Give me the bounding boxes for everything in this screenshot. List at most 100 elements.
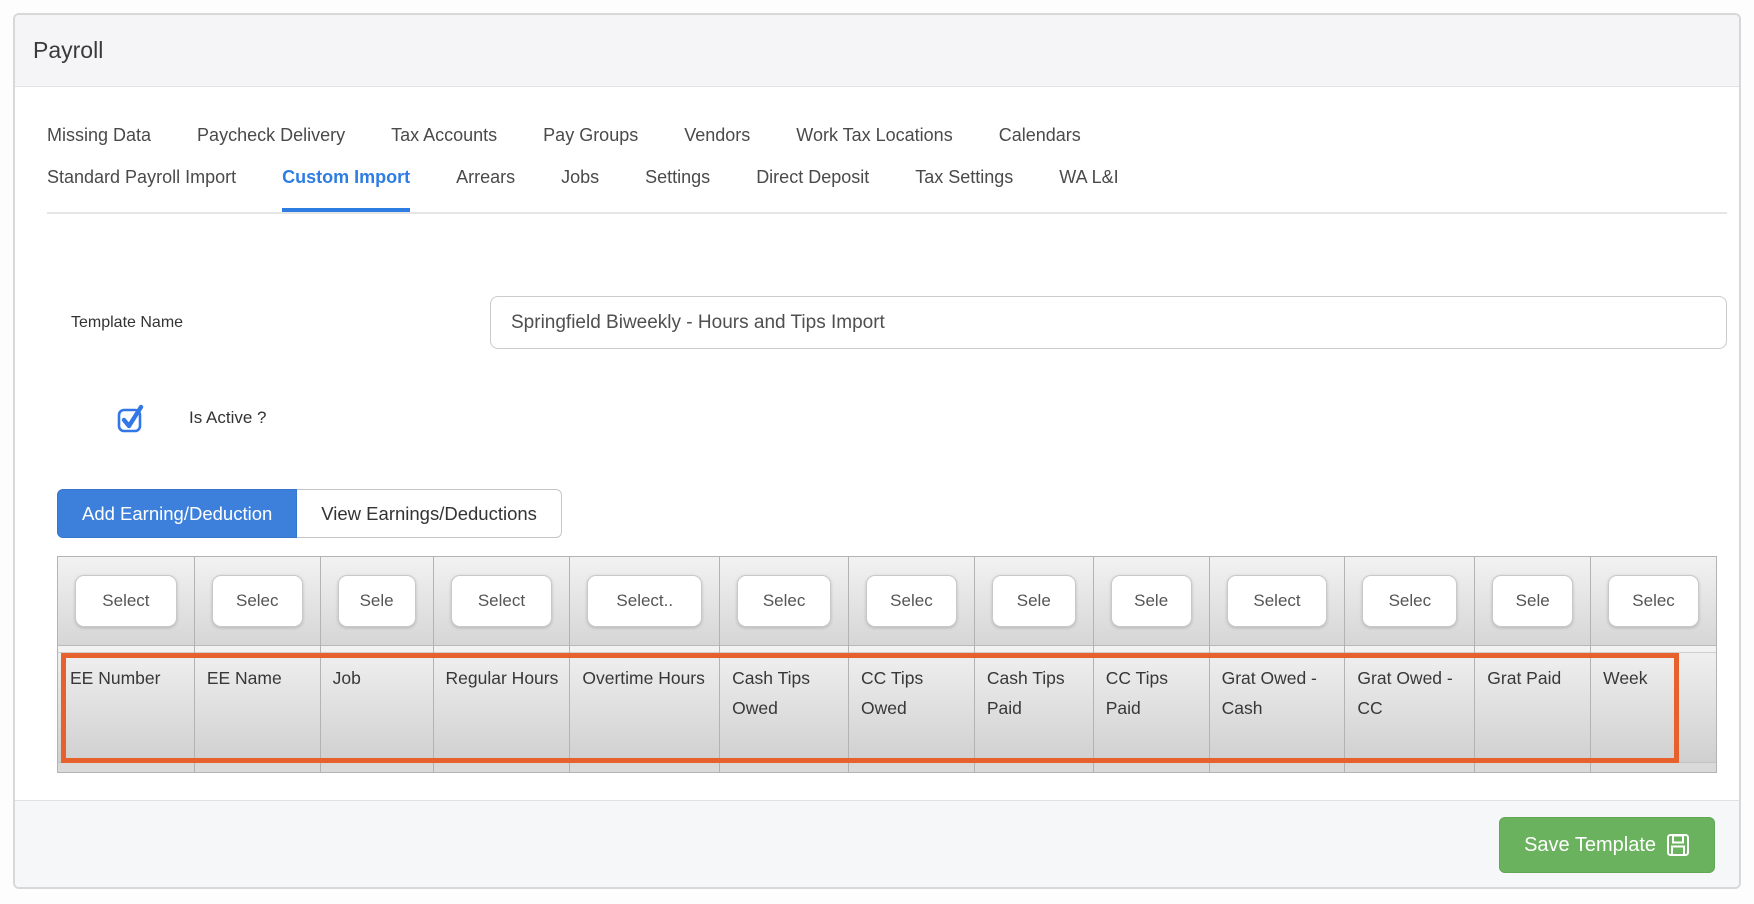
template-name-label: Template Name [57,314,490,332]
column-select-dropdown[interactable]: Sele [1492,575,1573,627]
page-title: Payroll [33,37,103,64]
save-template-label: Save Template [1524,834,1656,857]
table-column: Select Grat Owed - Cash [1210,557,1346,772]
tab-settings[interactable]: Settings [645,167,710,212]
column-field-cell: Overtime Hours [570,653,719,762]
is-active-checkbox[interactable] [117,403,145,433]
tab-vendors[interactable]: Vendors [684,125,750,146]
column-select-cell: Selec [1591,557,1716,646]
column-select-dropdown[interactable]: Select [75,575,177,627]
column-select-cell: Select [1210,557,1345,646]
is-active-row: Is Active ? [57,404,1727,432]
row-separator [321,646,433,653]
table-column: Select.. Overtime Hours [570,557,720,772]
row-separator [849,646,974,653]
template-name-input[interactable] [490,296,1727,349]
column-select-cell: Selec [195,557,320,646]
column-select-dropdown[interactable]: Selec [866,575,957,627]
tabs-row-2: Standard Payroll Import Custom Import Arre… [47,167,1727,214]
table-bottom-strip [434,762,570,772]
view-earnings-deductions-button[interactable]: View Earnings/Deductions [297,489,562,538]
column-select-cell: Select [434,557,570,646]
column-field-cell: Job [321,653,433,762]
column-select-cell: Selec [849,557,974,646]
column-select-dropdown[interactable]: Selec [212,575,303,627]
payroll-panel: Payroll Missing Data Paycheck Delivery Tax… [13,13,1741,889]
tab-pay-groups[interactable]: Pay Groups [543,125,638,146]
column-field-cell: Cash Tips Owed [720,653,848,762]
row-separator [58,646,194,653]
column-field-cell: CC Tips Owed [849,653,974,762]
table-bottom-strip [1591,762,1716,772]
row-separator [720,646,848,653]
column-select-cell: Selec [720,557,848,646]
tab-calendars[interactable]: Calendars [999,125,1081,146]
column-select-dropdown[interactable]: Sele [1111,575,1192,627]
column-select-dropdown[interactable]: Selec [1362,575,1457,627]
template-name-row: Template Name [57,296,1727,349]
column-select-dropdown[interactable]: Sele [992,575,1076,627]
column-select-cell: Sele [975,557,1093,646]
column-select-dropdown[interactable]: Select [451,575,553,627]
tab-paycheck-delivery[interactable]: Paycheck Delivery [197,125,345,146]
table-column: Selec Week [1591,557,1716,772]
column-select-cell: Select [58,557,194,646]
row-separator [434,646,570,653]
row-separator [975,646,1093,653]
column-select-dropdown[interactable]: Select [1227,575,1328,627]
tab-work-tax-locations[interactable]: Work Tax Locations [796,125,952,146]
table-bottom-strip [58,762,194,772]
column-field-cell: Week [1591,653,1716,762]
add-earning-deduction-button[interactable]: Add Earning/Deduction [57,489,297,538]
panel-header: Payroll [15,15,1739,87]
tab-jobs[interactable]: Jobs [561,167,599,212]
tabs-block: Missing Data Paycheck Delivery Tax Account… [47,117,1727,214]
floppy-disk-icon [1666,833,1690,857]
tab-wa-l-i[interactable]: WA L&I [1059,167,1118,212]
tab-missing-data[interactable]: Missing Data [47,125,151,146]
column-select-dropdown[interactable]: Selec [1608,575,1699,627]
table-column: Select Regular Hours [434,557,571,772]
row-separator [195,646,320,653]
tab-direct-deposit[interactable]: Direct Deposit [756,167,869,212]
column-field-cell: Regular Hours [434,653,570,762]
tab-arrears[interactable]: Arrears [456,167,515,212]
column-field-cell: Cash Tips Paid [975,653,1093,762]
column-select-dropdown[interactable]: Select.. [587,575,702,627]
row-separator [1475,646,1590,653]
table-column: Selec CC Tips Owed [849,557,975,772]
table-bottom-strip [195,762,320,772]
tab-tax-settings[interactable]: Tax Settings [915,167,1013,212]
tab-custom-import[interactable]: Custom Import [282,167,410,212]
tab-tax-accounts[interactable]: Tax Accounts [391,125,497,146]
table-bottom-strip [849,762,974,772]
save-template-button[interactable]: Save Template [1499,817,1715,873]
tabs-row-1: Missing Data Paycheck Delivery Tax Account… [47,117,1727,153]
column-select-dropdown[interactable]: Sele [338,575,416,627]
column-field-cell: Grat Owed - CC [1345,653,1474,762]
earning-deduction-toggle: Add Earning/Deduction View Earnings/Dedu… [57,489,1727,538]
table-bottom-strip [1210,762,1345,772]
is-active-label: Is Active ? [189,408,266,428]
column-mapping-table: Select EE Number Selec EE Name Sele Job … [57,556,1717,773]
column-field-cell: CC Tips Paid [1094,653,1209,762]
column-field-cell: Grat Owed - Cash [1210,653,1345,762]
column-select-cell: Sele [1475,557,1590,646]
table-bottom-strip [975,762,1093,772]
column-select-dropdown[interactable]: Selec [737,575,831,627]
column-select-cell: Sele [1094,557,1209,646]
panel-footer: Save Template [15,800,1739,887]
column-select-cell: Sele [321,557,433,646]
table-bottom-strip [570,762,719,772]
row-separator [1094,646,1209,653]
table-bottom-strip [720,762,848,772]
table-column: Selec Cash Tips Owed [720,557,849,772]
table-column: Select EE Number [58,557,195,772]
row-separator [1345,646,1474,653]
table-bottom-strip [1094,762,1209,772]
tab-standard-payroll-import[interactable]: Standard Payroll Import [47,167,236,212]
table-column: Sele Cash Tips Paid [975,557,1094,772]
table-column: Sele Grat Paid [1475,557,1591,772]
table-column: Selec Grat Owed - CC [1345,557,1475,772]
column-field-cell: Grat Paid [1475,653,1590,762]
